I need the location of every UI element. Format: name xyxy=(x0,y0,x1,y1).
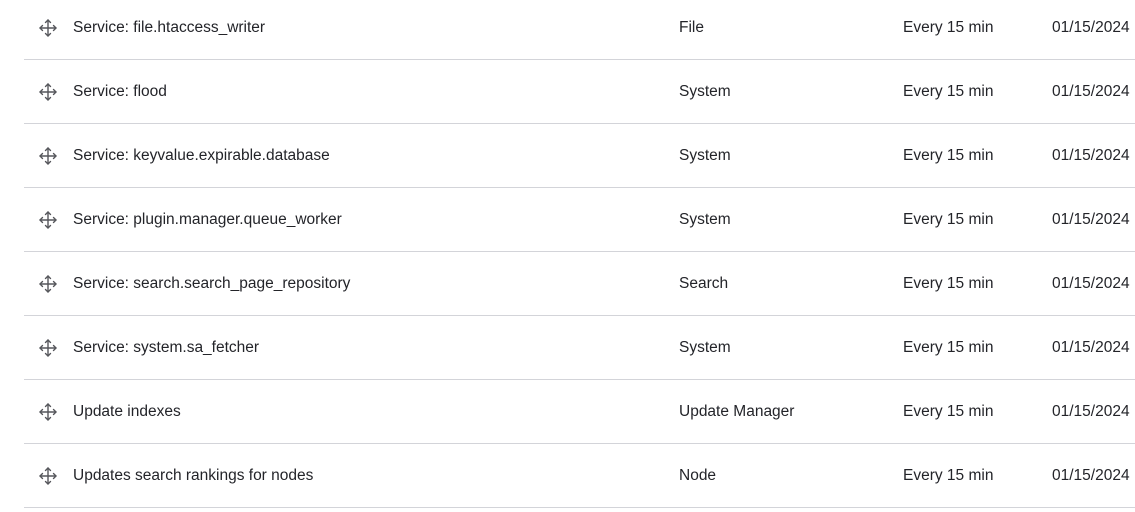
job-title: Service: file.htaccess_writer xyxy=(73,19,266,36)
job-title: Service: system.sa_fetcher xyxy=(73,339,260,356)
table-row: Service: plugin.manager.queue_worker Sys… xyxy=(24,188,1135,252)
job-date: 01/15/2024 xyxy=(1052,467,1130,484)
job-module: System xyxy=(679,83,731,100)
job-date: 01/15/2024 xyxy=(1052,211,1130,228)
job-title: Update indexes xyxy=(73,403,181,420)
table-row: Updates search rankings for nodes Node E… xyxy=(24,444,1135,508)
job-title: Service: flood xyxy=(73,83,167,100)
job-frequency: Every 15 min xyxy=(903,19,994,36)
drag-handle-icon[interactable] xyxy=(38,466,58,486)
drag-handle-icon[interactable] xyxy=(38,210,58,230)
table-row: Service: flood System Every 15 min 01/15… xyxy=(24,60,1135,124)
drag-handle-icon[interactable] xyxy=(38,18,58,38)
job-title: Updates search rankings for nodes xyxy=(73,467,314,484)
job-frequency: Every 15 min xyxy=(903,467,994,484)
drag-handle-icon[interactable] xyxy=(38,274,58,294)
table-row: Service: file.htaccess_writer File Every… xyxy=(24,0,1135,60)
job-title: Service: plugin.manager.queue_worker xyxy=(73,211,342,228)
job-title: Service: keyvalue.expirable.database xyxy=(73,147,330,164)
job-module: Update Manager xyxy=(679,403,795,420)
job-module: System xyxy=(679,211,731,228)
job-module: File xyxy=(679,19,704,36)
table-row: Service: keyvalue.expirable.database Sys… xyxy=(24,124,1135,188)
job-frequency: Every 15 min xyxy=(903,339,994,356)
job-frequency: Every 15 min xyxy=(903,211,994,228)
job-frequency: Every 15 min xyxy=(903,275,994,292)
drag-handle-icon[interactable] xyxy=(38,338,58,358)
job-date: 01/15/2024 xyxy=(1052,19,1130,36)
table-row: Service: system.sa_fetcher System Every … xyxy=(24,316,1135,380)
drag-handle-icon[interactable] xyxy=(38,402,58,422)
cron-jobs-table: Service: file.htaccess_writer File Every… xyxy=(24,0,1135,508)
job-date: 01/15/2024 xyxy=(1052,83,1130,100)
drag-handle-icon[interactable] xyxy=(38,146,58,166)
job-frequency: Every 15 min xyxy=(903,83,994,100)
table-row: Service: search.search_page_repository S… xyxy=(24,252,1135,316)
job-date: 01/15/2024 xyxy=(1052,275,1130,292)
job-module: System xyxy=(679,339,731,356)
table-row: Update indexes Update Manager Every 15 m… xyxy=(24,380,1135,444)
job-title: Service: search.search_page_repository xyxy=(73,275,351,292)
job-frequency: Every 15 min xyxy=(903,403,994,420)
job-module: Node xyxy=(679,467,717,484)
job-date: 01/15/2024 xyxy=(1052,403,1130,420)
job-date: 01/15/2024 xyxy=(1052,147,1130,164)
job-module: Search xyxy=(679,275,729,292)
job-frequency: Every 15 min xyxy=(903,147,994,164)
drag-handle-icon[interactable] xyxy=(38,82,58,102)
job-date: 01/15/2024 xyxy=(1052,339,1130,356)
job-module: System xyxy=(679,147,731,164)
